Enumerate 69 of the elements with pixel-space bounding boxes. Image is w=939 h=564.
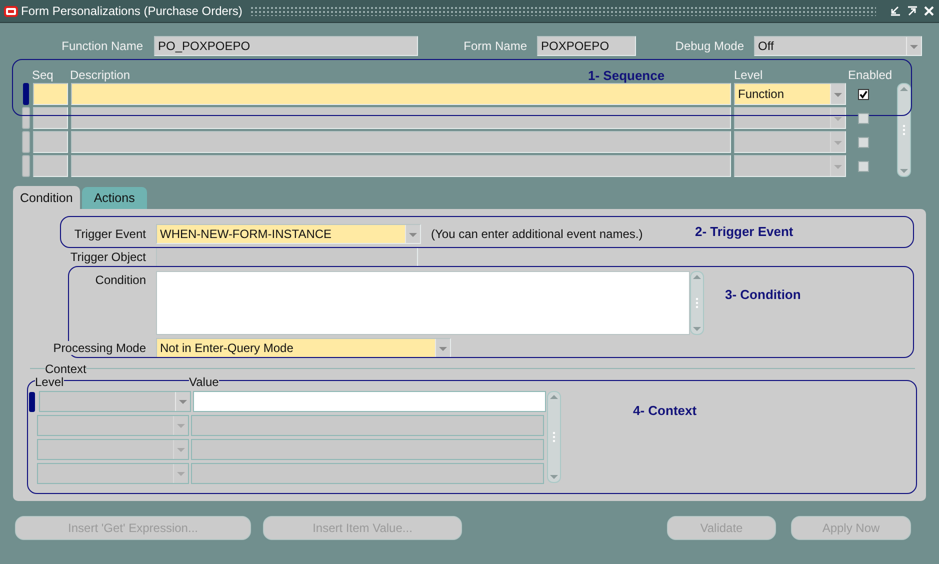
form-name-field[interactable]: POXPOEPO — [537, 36, 636, 56]
field-label: Condition — [95, 273, 146, 287]
description-field[interactable] — [71, 83, 731, 105]
seq-field[interactable] — [33, 131, 68, 153]
caret-icon — [906, 37, 921, 55]
field-label: Function Name — [62, 39, 143, 53]
caret-icon — [173, 464, 188, 483]
section-title: Context — [45, 362, 86, 376]
scrollbar[interactable] — [690, 271, 704, 335]
column-header: Enabled — [848, 68, 892, 82]
debug-mode-dropdown[interactable]: Off — [754, 36, 922, 56]
caret-icon — [830, 132, 845, 152]
value-field[interactable] — [193, 391, 546, 412]
maximize-icon[interactable] — [906, 5, 918, 17]
seq-field[interactable] — [33, 107, 68, 129]
description-field[interactable] — [71, 131, 731, 153]
annotation-label: 2- Trigger Event — [695, 224, 794, 239]
row-marker[interactable] — [22, 131, 30, 153]
enabled-checkbox[interactable] — [858, 88, 869, 100]
column-header: Level — [734, 68, 763, 82]
seq-field[interactable] — [33, 155, 68, 177]
column-header: Seq — [32, 68, 54, 82]
annotation-label: 3- Condition — [725, 287, 801, 302]
field-label: Form Name — [464, 39, 527, 53]
caret-icon — [435, 339, 450, 357]
caret-icon — [830, 108, 845, 128]
caret-icon — [173, 416, 188, 435]
column-header: Value — [189, 375, 219, 389]
hint-text: (You can enter additional event names.) — [431, 227, 643, 241]
value-field[interactable] — [191, 439, 544, 460]
tab[interactable]: Actions — [82, 187, 147, 209]
scrollbar[interactable] — [547, 391, 561, 483]
enabled-checkbox[interactable] — [858, 136, 869, 148]
column-header: Description — [70, 68, 130, 82]
window-title: Form Personalizations (Purchase Orders) — [21, 4, 242, 18]
caret-icon — [830, 84, 845, 104]
caret-icon — [405, 225, 420, 243]
scrollbar[interactable] — [897, 83, 911, 177]
value-field[interactable] — [191, 463, 544, 484]
level-dropdown[interactable] — [734, 107, 846, 129]
row-marker[interactable] — [29, 392, 35, 412]
column-header: Level — [35, 375, 64, 389]
caret-icon — [173, 440, 188, 459]
level-dropdown[interactable]: Function — [734, 83, 846, 105]
caret-icon — [175, 392, 190, 411]
logo-icon — [4, 6, 18, 16]
field-label: Debug Mode — [675, 39, 744, 53]
row-marker[interactable] — [23, 83, 29, 105]
row-marker[interactable] — [22, 155, 30, 177]
description-field[interactable] — [71, 107, 731, 129]
field-label: Trigger Object — [70, 250, 146, 264]
row-marker[interactable] — [22, 107, 30, 129]
field-label: Trigger Event — [74, 227, 146, 241]
annotation-label: 4- Context — [633, 403, 697, 418]
tab[interactable]: Condition — [13, 186, 80, 209]
trigger-object-field[interactable] — [156, 247, 418, 267]
function-name-field[interactable]: PO_POXPOEPO — [154, 36, 418, 56]
enabled-checkbox[interactable] — [858, 160, 869, 172]
minimize-icon[interactable] — [889, 5, 901, 17]
annotation-label: 1- Sequence — [588, 68, 665, 83]
description-field[interactable] — [71, 155, 731, 177]
field-label: Processing Mode — [53, 341, 146, 355]
trigger-event-dropdown[interactable]: WHEN-NEW-FORM-INSTANCE — [156, 224, 421, 244]
processing-mode-dropdown[interactable]: Not in Enter-Query Mode — [156, 338, 451, 358]
seq-field[interactable] — [33, 83, 68, 105]
enabled-checkbox[interactable] — [858, 112, 869, 124]
caret-icon — [830, 156, 845, 176]
value-field[interactable] — [191, 415, 544, 436]
close-icon[interactable] — [923, 5, 935, 17]
